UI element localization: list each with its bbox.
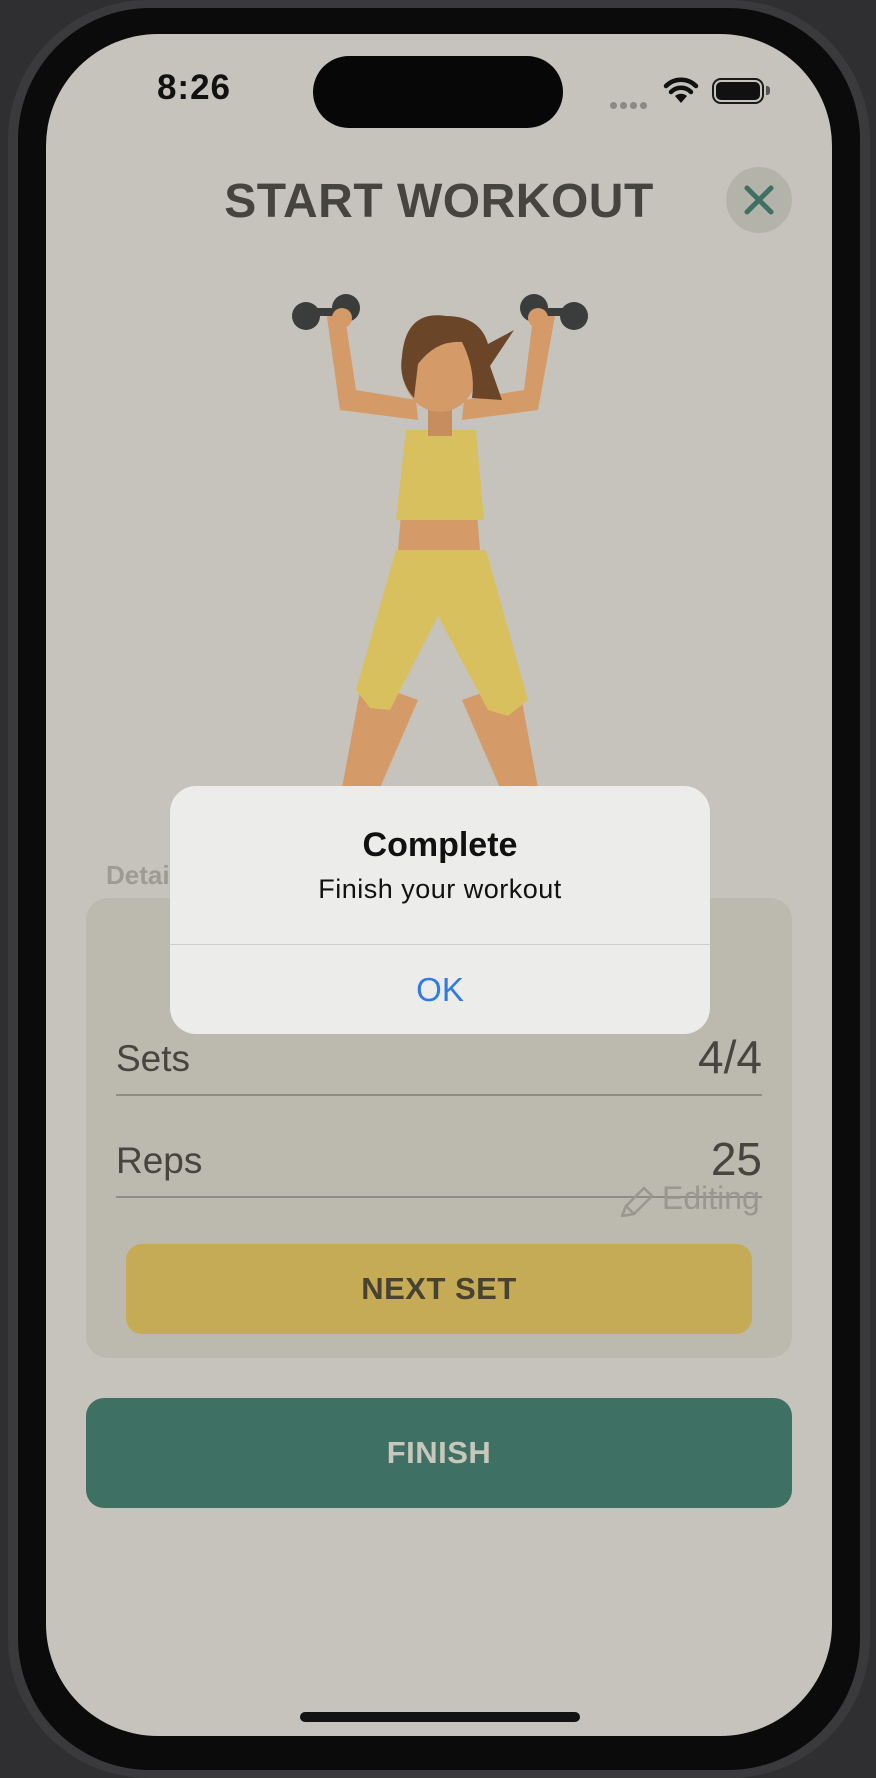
sets-value: 4/4 <box>698 1031 762 1083</box>
alert-ok-button[interactable]: OK <box>170 945 710 1034</box>
battery-icon <box>712 78 764 104</box>
alert-title: Complete <box>362 826 518 864</box>
close-icon <box>744 185 774 215</box>
page-title: START WORKOUT <box>224 175 654 228</box>
alert-dialog: Complete Finish your workout OK <box>170 786 710 1034</box>
sets-divider <box>116 1094 762 1096</box>
finish-button[interactable]: FINISH <box>86 1398 792 1508</box>
next-set-button[interactable]: NEXT SET <box>126 1244 752 1334</box>
cellular-signal-icon <box>610 96 650 114</box>
home-indicator[interactable] <box>300 1712 580 1722</box>
editing-toggle[interactable]: Editing <box>662 1180 760 1217</box>
reps-label: Reps <box>116 1140 203 1181</box>
pencil-icon <box>620 1186 654 1218</box>
sets-label: Sets <box>116 1038 191 1079</box>
alert-message: Finish your workout <box>318 874 562 904</box>
wifi-icon <box>663 77 699 103</box>
status-time: 8:26 <box>156 68 232 107</box>
dynamic-island <box>313 56 563 128</box>
app-screen: 8:26 START WORKOUT Details Sets 4/4 Reps… <box>46 34 832 1736</box>
close-button[interactable] <box>726 167 792 233</box>
workout-illustration <box>292 294 598 820</box>
reps-value[interactable]: 25 <box>562 1132 762 1186</box>
battery-cap <box>766 86 770 95</box>
